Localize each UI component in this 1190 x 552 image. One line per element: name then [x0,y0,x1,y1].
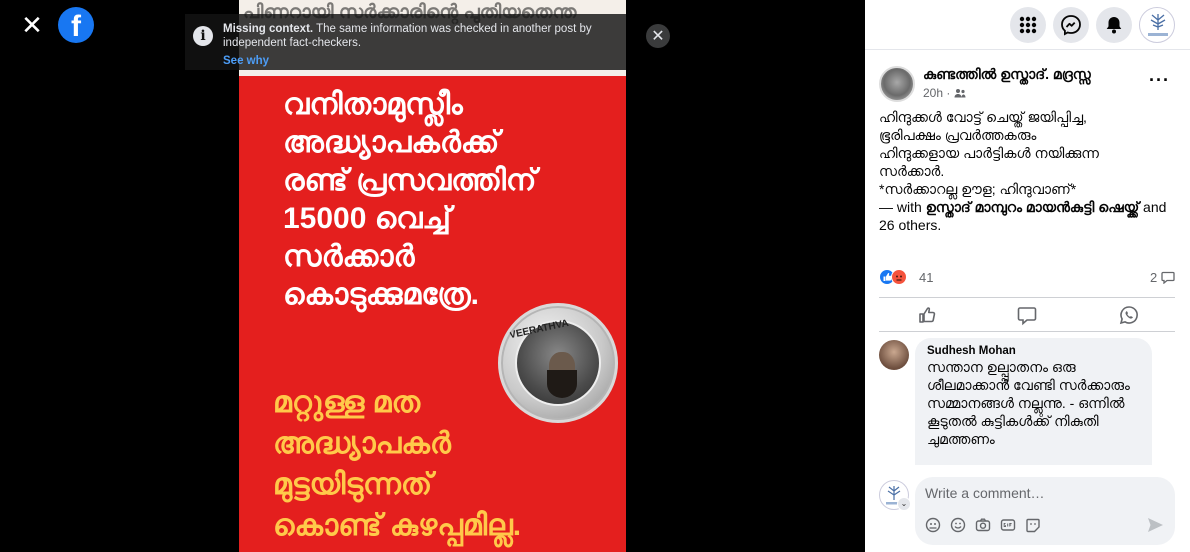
poster-main-line: വനിതാമുസ്ലീം [283,88,463,121]
author-avatar[interactable] [879,66,915,102]
gif-icon[interactable] [1000,517,1016,533]
post-body: ഹിന്ദുക്കൾ വോട്ട് ചെയ്ത് ജയിപ്പിച്ച, ഭൂര… [879,108,1179,234]
info-icon: i [193,26,213,46]
messenger-icon[interactable] [1053,7,1089,43]
close-banner-button[interactable]: ✕ [646,24,670,48]
comment-author[interactable]: Sudhesh Mohan [927,345,1140,357]
post-text-line: ഹിന്ദുക്കൾ വോട്ട് ചെയ്ത് ജയിപ്പിച്ച, [879,109,1087,125]
poster-main-line: രണ്ട് പ്രസവത്തിന് [283,164,537,197]
divider [879,297,1175,298]
camera-icon[interactable] [975,517,991,533]
post-timestamp[interactable]: 20h · [923,86,966,100]
post-text-line: സർക്കാർ. [879,163,945,179]
comment-composer [915,477,1175,545]
more-options-button[interactable]: ··· [1149,70,1170,91]
comment-icon[interactable] [1015,303,1039,327]
reaction-count: 41 [919,270,934,285]
facebook-logo-icon[interactable]: f [58,7,94,43]
poster-main-line: സർക്കാർ [283,240,415,273]
poster-bottom-line: മറ്റുള്ള മത [273,386,421,419]
friends-icon [954,89,966,98]
poster-main-line: അദ്ധ്യാപകർക്ക് [283,126,500,159]
top-bar [865,0,1190,50]
emoji-icon[interactable] [950,517,966,533]
post-text-line: *സർക്കാറല്ല ഊള; ഹിന്ദുവാണ്* [879,181,1077,197]
comment-bubble: Sudhesh Mohan സന്താന ഉല്പ്പാതനം ഒരു ശീലമ… [915,338,1152,465]
close-viewer-button[interactable]: ✕ [18,12,46,40]
notifications-bell-icon[interactable] [1096,7,1132,43]
poster-main-text: വനിതാമുസ്ലീം അദ്ധ്യാപകർക്ക് രണ്ട് പ്രസവത… [283,86,613,314]
angry-reaction-icon [891,269,907,285]
whatsapp-icon[interactable] [1117,303,1141,327]
menu-grid-icon[interactable] [1010,7,1046,43]
chevron-down-icon[interactable]: ⌄ [897,497,911,511]
post-image: പിണറായി സർക്കാരിന്റെ പുതിയതെന്ത വനിതാമുസ… [239,0,626,552]
post-side-panel: കുണ്ടത്തിൽ ഉസ്താദ്. മദ്രസ്സ 20h · ··· ഹി… [865,0,1190,552]
commenter-avatar[interactable] [879,340,909,370]
comment-count[interactable]: 2 [1150,270,1175,285]
photo-viewer: ✕ f പിണറായി സർക്കാരിന്റെ പുതിയതെന്ത വനിത… [0,0,865,552]
like-icon[interactable] [915,303,939,327]
fact-check-banner: i Missing context. The same information … [185,14,626,70]
poster-main-line: 15000 വെച്ച് [283,202,451,235]
poster-bottom-line: അദ്ധ്യാപകർ [273,427,451,460]
fact-check-title: Missing context. [223,23,314,35]
poster-bottom-line: മുട്ടയിടുന്നത് [273,468,433,501]
sticker-icon[interactable] [1025,517,1041,533]
post-text-line: ഭൂരിപക്ഷം പ്രവർത്തകരും [879,127,1037,143]
comment-input[interactable] [925,485,1155,501]
see-why-link[interactable]: See why [223,55,269,67]
with-prefix: — with [879,199,926,215]
tagged-person-link[interactable]: ഉസ്താദ് മാമ്പുറം മായൻകുട്ടി ഷെയ്ക്ക് [926,199,1139,215]
poster-bottom-line: കൊണ്ട് കുഴപ്പമില്ല. [273,509,522,542]
comment-bubble-icon [1161,271,1175,285]
tagged-people: — with ഉസ്താദ് മാമ്പുറം മായൻകുട്ടി ഷെയ്ക… [879,198,1179,234]
send-icon[interactable] [1145,515,1165,535]
fact-check-text: Missing context. The same information wa… [223,22,618,50]
poster-bottom-text: മറ്റുള്ള മത അദ്ധ്യാപകർ മുട്ടയിടുന്നത് കൊ… [273,382,618,546]
post-time-text[interactable]: 20h · [923,86,954,100]
divider [879,331,1175,332]
post-author-name[interactable]: കുണ്ടത്തിൽ ഉസ്താദ്. മദ്രസ്സ [923,66,1091,83]
comment-count-value[interactable]: 2 [1150,270,1157,285]
avatar-sticker-icon[interactable] [925,517,941,533]
post-text-line: ഹിന്ദുക്കളായ പാർട്ടികൾ നയിക്കുന്ന [879,145,1099,161]
profile-avatar[interactable] [1139,7,1175,43]
comment-text: സന്താന ഉല്പ്പാതനം ഒരു ശീലമാക്കാൻ വേണ്ടി … [927,359,1130,447]
